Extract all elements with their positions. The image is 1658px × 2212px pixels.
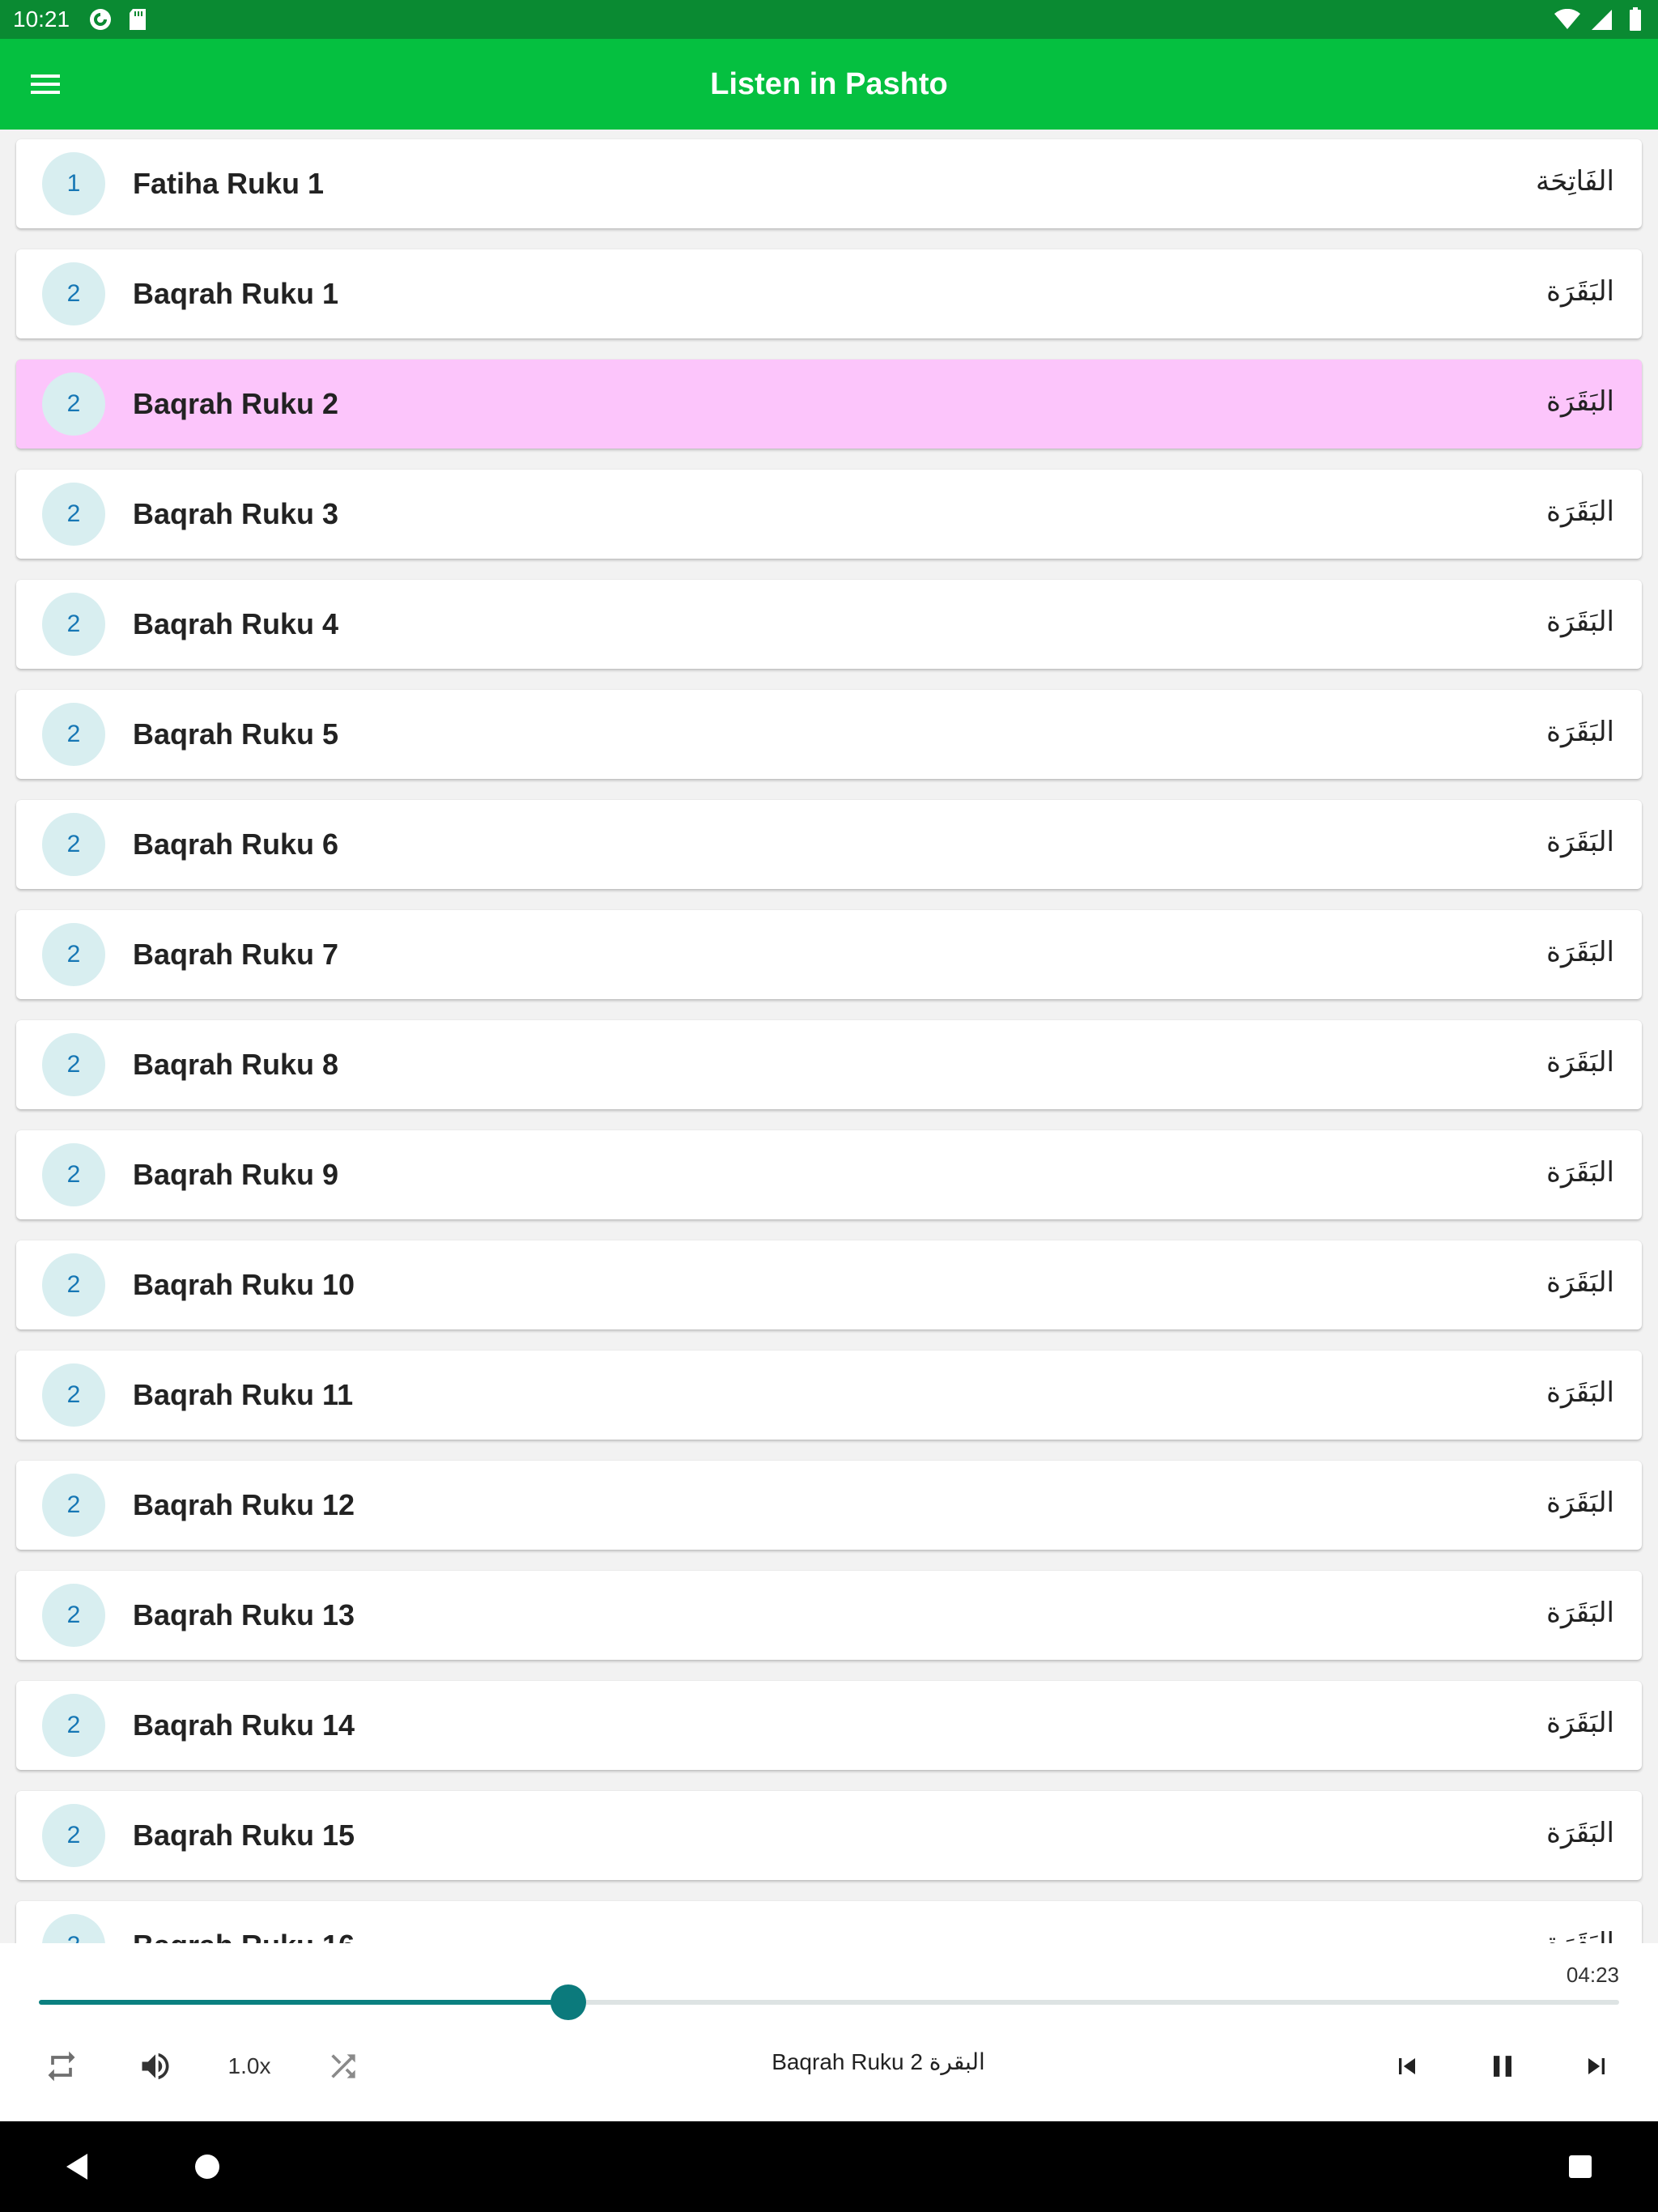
- list-item[interactable]: 2 Baqrah Ruku 1 البَقَرَة: [16, 249, 1642, 338]
- repeat-icon[interactable]: [37, 2042, 86, 2091]
- status-time: 10:21: [13, 6, 70, 32]
- seek-progress: [39, 2000, 568, 2005]
- list-item[interactable]: 2 Baqrah Ruku 12 البَقَرَة: [16, 1461, 1642, 1550]
- item-arabic-name: البَقَرَة: [1546, 936, 1614, 968]
- surah-number-badge: 2: [42, 262, 105, 325]
- elapsed-time: 04:23: [1566, 1963, 1619, 1987]
- speed-label: 1.0x: [227, 2053, 271, 2078]
- ruku-list[interactable]: 1 Fatiha Ruku 1 الفَاتِحَة 2 Baqrah Ruku…: [0, 130, 1658, 1943]
- item-arabic-name: البَقَرَة: [1546, 1817, 1614, 1849]
- pocket-casts-icon: [87, 6, 113, 32]
- surah-number-badge: 2: [42, 483, 105, 546]
- item-title: Baqrah Ruku 2: [133, 387, 339, 420]
- surah-number-badge: 2: [42, 923, 105, 986]
- audio-player: 04:23 1.0x Baqrah Ruku 2 البقرة: [0, 1943, 1658, 2121]
- seek-bar[interactable]: [39, 1984, 1619, 2020]
- item-title: Fatiha Ruku 1: [133, 167, 325, 200]
- sd-card-icon: [125, 6, 151, 32]
- list-item[interactable]: 2 Baqrah Ruku 14 البَقَرَة: [16, 1681, 1642, 1770]
- home-circle-icon[interactable]: [185, 2144, 230, 2189]
- item-arabic-name: البَقَرَة: [1546, 716, 1614, 748]
- item-title: Baqrah Ruku 10: [133, 1268, 355, 1301]
- surah-number-badge: 2: [42, 1474, 105, 1537]
- list-item[interactable]: 1 Fatiha Ruku 1 الفَاتِحَة: [16, 139, 1642, 228]
- item-arabic-name: البَقَرَة: [1546, 1487, 1614, 1519]
- list-item[interactable]: 2 Baqrah Ruku 5 البَقَرَة: [16, 690, 1642, 779]
- volume-icon[interactable]: [131, 2042, 180, 2091]
- item-arabic-name: الفَاتِحَة: [1535, 165, 1614, 198]
- surah-number-badge: 2: [42, 1363, 105, 1427]
- item-title: Baqrah Ruku 15: [133, 1819, 355, 1852]
- playback-speed-button[interactable]: 1.0x: [219, 2042, 280, 2091]
- item-arabic-name: البَقَرَة: [1546, 1156, 1614, 1189]
- list-item[interactable]: 2 Baqrah Ruku 7 البَقَرَة: [16, 910, 1642, 999]
- item-arabic-name: البَقَرَة: [1546, 1046, 1614, 1078]
- list-item[interactable]: 2 Baqrah Ruku 8 البَقَرَة: [16, 1020, 1642, 1109]
- item-arabic-name: البَقَرَة: [1546, 1927, 1614, 1943]
- item-arabic-name: البَقَرَة: [1546, 1597, 1614, 1629]
- list-item-selected[interactable]: 2 Baqrah Ruku 2 البَقَرَة: [16, 359, 1642, 449]
- skip-previous-icon[interactable]: [1383, 2042, 1431, 2091]
- item-title: Baqrah Ruku 11: [133, 1378, 354, 1411]
- recents-square-icon[interactable]: [1558, 2144, 1603, 2189]
- list-item[interactable]: 2 Baqrah Ruku 16 البَقَرَة: [16, 1901, 1642, 1943]
- surah-number-badge: 2: [42, 813, 105, 876]
- list-item[interactable]: 2 Baqrah Ruku 6 البَقَرَة: [16, 800, 1642, 889]
- surah-number-badge: 2: [42, 1584, 105, 1647]
- status-bar: 10:21: [0, 0, 1658, 39]
- list-item[interactable]: 2 Baqrah Ruku 15 البَقَرَة: [16, 1791, 1642, 1880]
- item-title: Baqrah Ruku 8: [133, 1048, 339, 1081]
- app-bar: Listen in Pashto: [0, 39, 1658, 130]
- item-title: Baqrah Ruku 5: [133, 717, 339, 751]
- item-title: Baqrah Ruku 13: [133, 1598, 355, 1631]
- list-item[interactable]: 2 Baqrah Ruku 3 البَقَرَة: [16, 470, 1642, 559]
- seek-thumb[interactable]: [550, 1984, 586, 2020]
- list-item[interactable]: 2 Baqrah Ruku 11 البَقَرَة: [16, 1351, 1642, 1440]
- item-arabic-name: البَقَرَة: [1546, 1266, 1614, 1299]
- pause-icon[interactable]: [1478, 2042, 1527, 2091]
- back-triangle-icon[interactable]: [55, 2144, 100, 2189]
- surah-number-badge: 2: [42, 1033, 105, 1096]
- item-arabic-name: البَقَرَة: [1546, 275, 1614, 308]
- system-nav-bar: [0, 2121, 1658, 2212]
- surah-number-badge: 2: [42, 1804, 105, 1867]
- list-item[interactable]: 2 Baqrah Ruku 10 البَقَرَة: [16, 1240, 1642, 1329]
- now-playing-title: Baqrah Ruku 2 البقرة: [772, 2049, 985, 2074]
- shuffle-icon[interactable]: [319, 2042, 368, 2091]
- item-title: Baqrah Ruku 12: [133, 1488, 355, 1521]
- battery-icon: [1622, 6, 1648, 32]
- list-item[interactable]: 2 Baqrah Ruku 9 البَقَرَة: [16, 1130, 1642, 1219]
- surah-number-badge: 2: [42, 1253, 105, 1317]
- item-arabic-name: البَقَرَة: [1546, 385, 1614, 418]
- surah-number-badge: 2: [42, 1694, 105, 1757]
- skip-next-icon[interactable]: [1572, 2042, 1621, 2091]
- item-title: Baqrah Ruku 7: [133, 938, 339, 971]
- surah-number-badge: 2: [42, 1914, 105, 1943]
- item-title: Baqrah Ruku 9: [133, 1158, 339, 1191]
- list-item[interactable]: 2 Baqrah Ruku 4 البَقَرَة: [16, 580, 1642, 669]
- item-title: Baqrah Ruku 4: [133, 607, 339, 640]
- item-arabic-name: البَقَرَة: [1546, 826, 1614, 858]
- page-title: Listen in Pashto: [710, 67, 948, 101]
- hamburger-menu-icon[interactable]: [19, 65, 71, 104]
- item-title: Baqrah Ruku 6: [133, 827, 339, 861]
- surah-number-badge: 2: [42, 593, 105, 656]
- item-arabic-name: البَقَرَة: [1546, 606, 1614, 638]
- wifi-icon: [1554, 6, 1580, 32]
- signal-icon: [1588, 6, 1614, 32]
- item-title: Baqrah Ruku 3: [133, 497, 339, 530]
- surah-number-badge: 1: [42, 152, 105, 215]
- surah-number-badge: 2: [42, 1143, 105, 1206]
- item-arabic-name: البَقَرَة: [1546, 496, 1614, 528]
- item-arabic-name: البَقَرَة: [1546, 1707, 1614, 1739]
- surah-number-badge: 2: [42, 372, 105, 436]
- item-arabic-name: البَقَرَة: [1546, 1376, 1614, 1409]
- item-title: Baqrah Ruku 1: [133, 277, 339, 310]
- item-title: Baqrah Ruku 16: [133, 1901, 355, 1943]
- list-item[interactable]: 2 Baqrah Ruku 13 البَقَرَة: [16, 1571, 1642, 1660]
- item-title: Baqrah Ruku 14: [133, 1708, 355, 1742]
- surah-number-badge: 2: [42, 703, 105, 766]
